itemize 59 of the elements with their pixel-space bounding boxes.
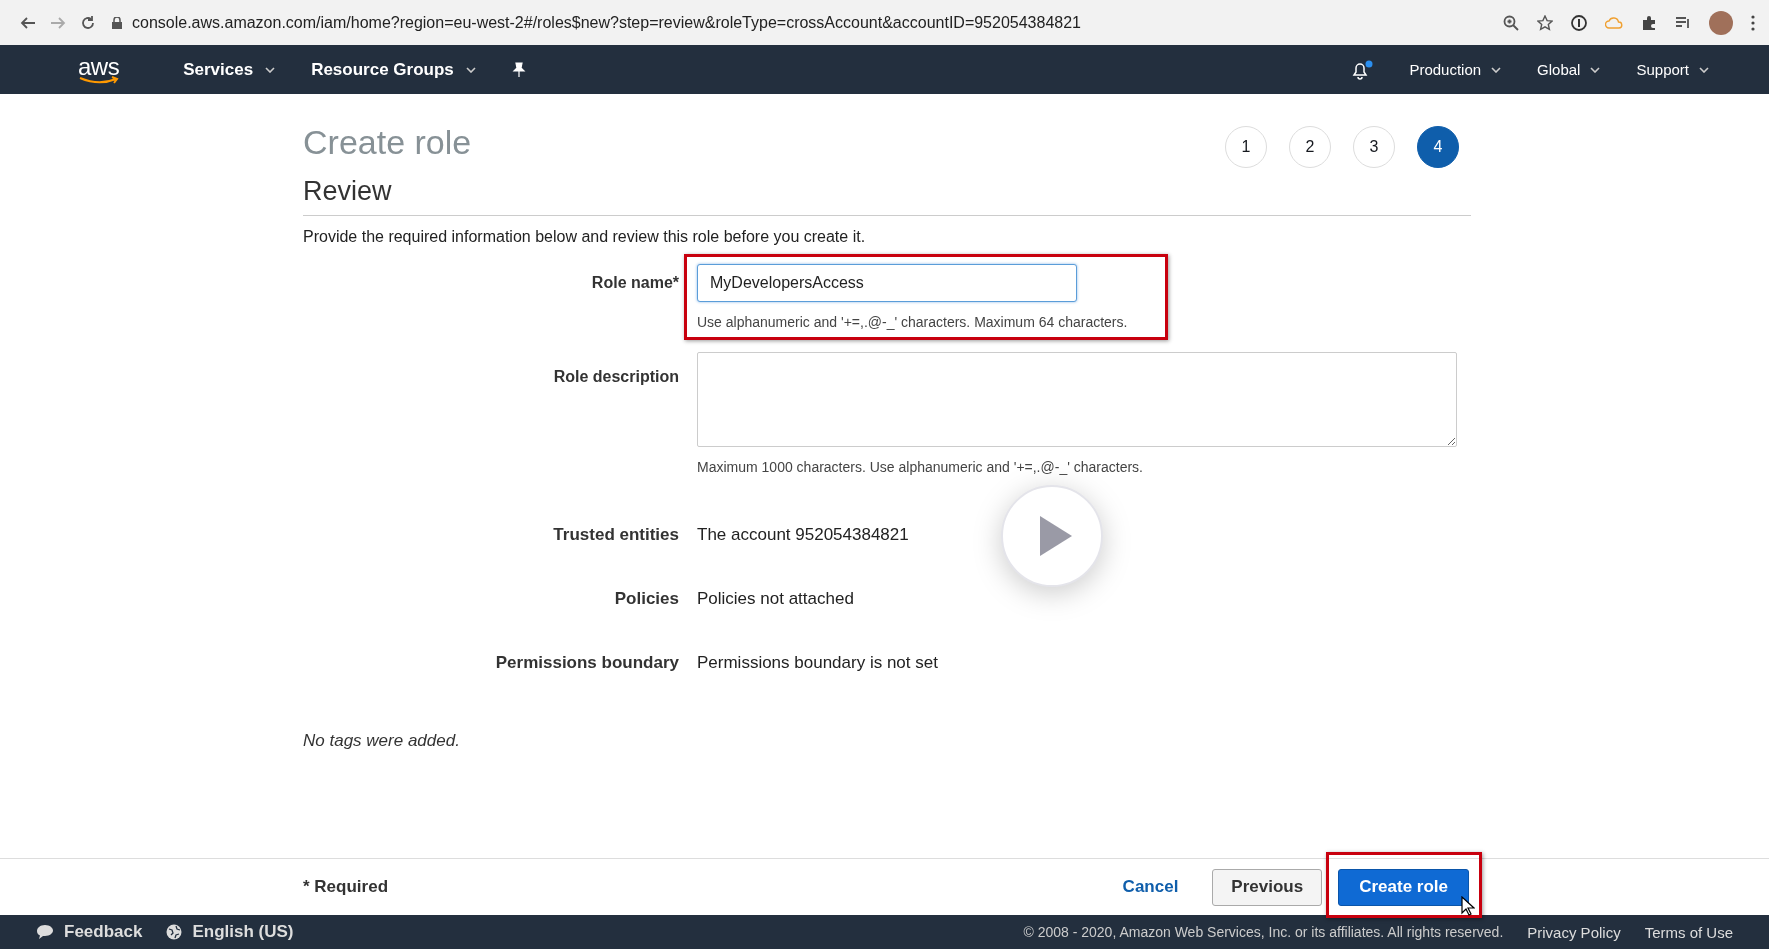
smile-icon: [78, 75, 119, 85]
more-icon[interactable]: [1751, 14, 1755, 31]
field-value: The account 952054384821: [697, 525, 909, 545]
field-label: Permissions boundary: [494, 653, 679, 673]
globe-icon: [166, 924, 183, 940]
language-selector[interactable]: English (US): [166, 922, 294, 942]
avatar[interactable]: [1709, 10, 1733, 35]
nav-menu[interactable]: Production: [1409, 61, 1502, 78]
nav-menu[interactable]: Services: [183, 59, 276, 80]
previous-button[interactable]: Previous: [1212, 868, 1323, 906]
field-value: Policies not attached: [697, 589, 854, 609]
reload-icon[interactable]: [80, 14, 96, 31]
nav-menu[interactable]: Resource Groups: [311, 59, 476, 80]
cancel-button[interactable]: Cancel: [1116, 876, 1185, 898]
nav-menu[interactable]: Global: [1537, 61, 1601, 78]
role-name-field[interactable]: MyDevelopersAccess: [697, 264, 1077, 302]
step-indicator[interactable]: 4: [1417, 126, 1459, 168]
no-tags-note: No tags were added.: [303, 731, 461, 751]
caret-icon: [1699, 66, 1709, 73]
create-role-button[interactable]: Create role: [1338, 868, 1469, 906]
field-label: Role description: [552, 367, 679, 387]
step-indicator[interactable]: 1: [1225, 126, 1267, 168]
pin-icon[interactable]: [511, 61, 526, 78]
field-hint: Maximum 1000 characters. Use alphanumeric and '+=,.@-_' characters.: [697, 459, 1144, 475]
description-field[interactable]: [697, 352, 1457, 447]
caret-icon: [1590, 66, 1601, 73]
play-button-icon[interactable]: [1000, 484, 1104, 588]
step-indicator[interactable]: 3: [1353, 126, 1395, 168]
mouse-pointer-icon: [1461, 896, 1475, 916]
zoom-icon[interactable]: [1503, 14, 1519, 31]
nav-menu[interactable]: Support: [1636, 61, 1709, 78]
url-text: console.aws.amazon.com/iam/home?region=eu-west-2#/roles$new?step=review&roleType=crossAccount&accountID=952054384821: [132, 13, 1081, 32]
field-label: Role name*: [590, 273, 679, 293]
back-icon[interactable]: [20, 14, 36, 31]
address-bar[interactable]: console.aws.amazon.com/iam/home?region=eu-west-2#/roles$new?step=review&roleType=crossAccount&accountID=952054384821: [110, 6, 1489, 39]
speech-bubble-icon: [36, 924, 54, 940]
lock-icon: [112, 16, 122, 29]
copyright-text: © 2008 - 2020, Amazon Web Services, Inc. or its affiliates. All rights reserved.: [1023, 924, 1504, 940]
step-indicator[interactable]: 2: [1289, 126, 1331, 168]
bell-icon[interactable]: [1351, 59, 1374, 80]
footer-link[interactable]: Privacy Policy: [1527, 923, 1621, 941]
required-note: * Required: [303, 877, 389, 897]
info-icon[interactable]: [1571, 14, 1587, 31]
feedback-link[interactable]: Feedback: [36, 922, 143, 942]
star-icon[interactable]: [1537, 14, 1553, 31]
caret-icon: [465, 66, 476, 73]
playlist-icon[interactable]: [1675, 14, 1691, 31]
field-label: Trusted entities: [552, 525, 679, 545]
aws-logo[interactable]: aws: [78, 54, 120, 85]
puzzle-icon[interactable]: [1641, 14, 1657, 31]
section-heading: Review: [303, 176, 1471, 216]
intro-text: Provide the required information below and review this role before you create it.: [303, 228, 867, 246]
field-value: Permissions boundary is not set: [697, 653, 938, 673]
caret-icon: [265, 66, 276, 73]
footer-link[interactable]: Terms of Use: [1644, 923, 1733, 941]
page-title: Create role: [303, 122, 472, 162]
caret-icon: [1491, 66, 1502, 73]
field-label: Policies: [613, 589, 679, 609]
field-hint: Use alphanumeric and '+=,.@-_' characters. Maximum 64 characters.: [697, 314, 1128, 330]
